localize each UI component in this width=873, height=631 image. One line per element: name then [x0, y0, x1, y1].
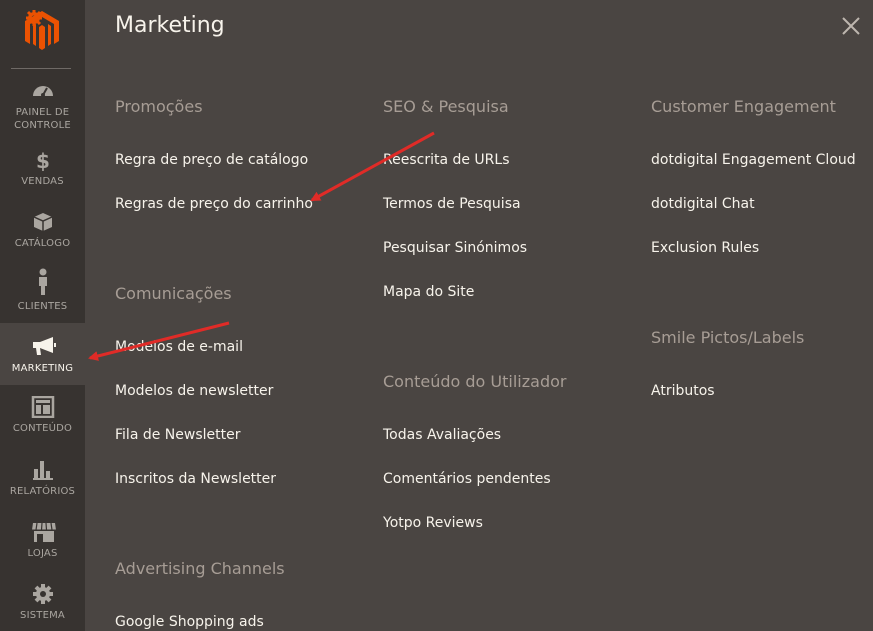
admin-sidebar: PAINEL DE CONTROLE $ VENDAS CATÁLOGO CLIE…	[0, 0, 85, 631]
sidebar-item-label: LOJAS	[27, 548, 58, 559]
svg-text:$: $	[35, 149, 49, 171]
annotation-arrows	[88, 131, 435, 361]
section-title-customer-engagement: Customer Engagement	[651, 97, 836, 116]
sidebar-item-customers[interactable]: CLIENTES	[0, 268, 85, 330]
link-all-reviews[interactable]: Todas Avaliações	[383, 427, 501, 443]
link-yotpo-reviews[interactable]: Yotpo Reviews	[383, 515, 483, 531]
sidebar-item-label: VENDAS	[21, 176, 64, 187]
sidebar-item-marketing[interactable]: MARKETING	[0, 323, 85, 385]
sidebar-item-label: CATÁLOGO	[14, 238, 71, 249]
link-google-shopping-ads[interactable]: Google Shopping ads	[115, 614, 264, 630]
link-newsletter-queue[interactable]: Fila de Newsletter	[115, 427, 240, 443]
gear-icon	[31, 583, 55, 605]
sidebar-item-catalog[interactable]: CATÁLOGO	[0, 211, 85, 273]
link-search-synonyms[interactable]: Pesquisar Sinónimos	[383, 240, 527, 256]
link-url-rewrites[interactable]: Reescrita de URLs	[383, 152, 510, 168]
sidebar-item-label: MARKETING	[11, 363, 74, 374]
layout-icon	[31, 396, 55, 418]
link-catalog-price-rule[interactable]: Regra de preço de catálogo	[115, 152, 308, 168]
sidebar-item-reports[interactable]: RELATÓRIOS	[0, 459, 85, 521]
bar-chart-icon	[31, 459, 55, 481]
megaphone-icon	[31, 336, 56, 358]
section-title-smile-pictos: Smile Pictos/Labels	[651, 328, 805, 347]
link-newsletter-subscribers[interactable]: Inscritos da Newsletter	[115, 471, 276, 487]
sidebar-item-label: CONTEÚDO	[12, 423, 73, 434]
link-exclusion-rules[interactable]: Exclusion Rules	[651, 240, 759, 256]
link-email-templates[interactable]: Modelos de e-mail	[115, 339, 243, 355]
link-pending-reviews[interactable]: Comentários pendentes	[383, 471, 551, 487]
section-title-conteudo: Conteúdo do Utilizador	[383, 372, 567, 391]
link-cart-price-rules[interactable]: Regras de preço do carrinho	[115, 196, 313, 212]
section-title-advertising: Advertising Channels	[115, 559, 285, 578]
panel-title: Marketing	[115, 13, 225, 38]
sidebar-item-label: PAINEL DE CONTROLE	[14, 107, 71, 131]
sidebar-item-dashboard[interactable]: PAINEL DE CONTROLE	[0, 80, 85, 142]
cube-icon	[31, 211, 55, 233]
close-button[interactable]	[842, 17, 860, 35]
link-dotdigital-engagement-cloud[interactable]: dotdigital Engagement Cloud	[651, 152, 856, 168]
person-icon	[31, 268, 55, 296]
link-search-terms[interactable]: Termos de Pesquisa	[383, 196, 521, 212]
section-title-seo: SEO & Pesquisa	[383, 97, 509, 116]
link-site-map[interactable]: Mapa do Site	[383, 284, 474, 300]
close-icon	[842, 17, 860, 35]
dashboard-icon	[31, 80, 55, 102]
sidebar-item-content[interactable]: CONTEÚDO	[0, 396, 85, 458]
link-dotdigital-chat[interactable]: dotdigital Chat	[651, 196, 755, 212]
sidebar-item-sales[interactable]: $ VENDAS	[0, 149, 85, 211]
magento-logo-icon	[25, 11, 59, 50]
sidebar-item-label: SISTEMA	[20, 610, 65, 621]
sidebar-item-label: CLIENTES	[17, 301, 68, 312]
store-icon	[31, 521, 56, 543]
logo-divider	[11, 68, 71, 69]
section-title-comunicacoes: Comunicações	[115, 284, 232, 303]
sidebar-item-label: RELATÓRIOS	[9, 486, 76, 497]
magento-logo[interactable]	[0, 0, 85, 68]
section-title-promocoes: Promoções	[115, 97, 203, 116]
dollar-icon: $	[31, 149, 55, 171]
sidebar-item-stores[interactable]: LOJAS	[0, 521, 85, 583]
link-attributes[interactable]: Atributos	[651, 383, 715, 399]
sidebar-item-system[interactable]: SISTEMA	[0, 583, 85, 631]
link-newsletter-templates[interactable]: Modelos de newsletter	[115, 383, 273, 399]
